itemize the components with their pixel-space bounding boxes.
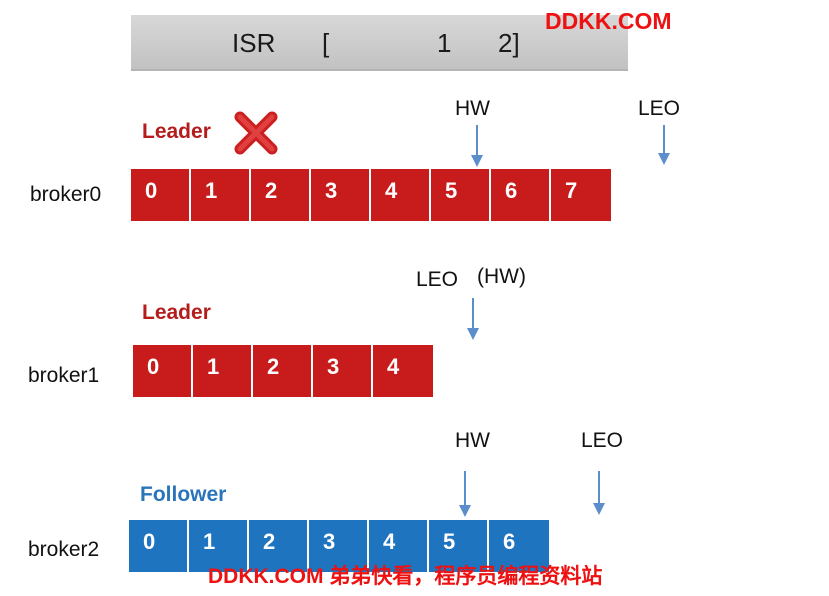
- broker1-hw-label: (HW): [477, 265, 526, 288]
- broker2-role: Follower: [140, 483, 227, 506]
- broker0-hw-label: HW: [455, 97, 490, 120]
- broker2-name: broker2: [28, 538, 100, 561]
- broker2-hw-label: HW: [455, 429, 490, 452]
- isr-open-bracket: [: [322, 28, 330, 58]
- log-offset-cell: 5: [431, 169, 491, 221]
- watermark-top: DDKK.COM: [545, 8, 672, 34]
- log-offset-cell: 7: [551, 169, 611, 221]
- log-offset-cell: 1: [191, 169, 251, 221]
- arrow-down-icon: [467, 298, 479, 340]
- arrow-down-icon: [658, 125, 670, 165]
- broker0-leo-label: LEO: [638, 97, 681, 120]
- log-offset-cell: 3: [313, 345, 373, 397]
- log-offset-cell: 2: [253, 345, 313, 397]
- log-offset-cell: 0: [133, 345, 193, 397]
- arrow-down-icon: [459, 471, 471, 517]
- log-offset-cell: 6: [491, 169, 551, 221]
- broker1-role: Leader: [142, 301, 211, 324]
- watermark-bottom: DDKK.COM 弟弟快看，程序员编程资料站: [208, 565, 603, 588]
- broker0-role: Leader: [142, 120, 211, 143]
- arrow-down-icon: [471, 125, 483, 167]
- broker2-leo-label: LEO: [581, 429, 624, 452]
- broker1-log: 0 1 2 3 4: [133, 345, 433, 397]
- arrow-down-icon: [593, 471, 605, 515]
- log-offset-cell: 4: [371, 169, 431, 221]
- log-offset-cell: 2: [251, 169, 311, 221]
- broker0-log: 0 1 2 3 4 5 6 7: [131, 169, 611, 221]
- log-offset-cell: 1: [193, 345, 253, 397]
- x-mark-icon: [234, 111, 278, 155]
- isr-label: ISR: [232, 28, 276, 58]
- log-offset-cell: 0: [129, 520, 189, 572]
- broker1-leo-label: LEO: [416, 268, 459, 291]
- isr-member-1: 1: [437, 28, 452, 58]
- log-offset-cell: 4: [373, 345, 433, 397]
- log-offset-cell: 0: [131, 169, 191, 221]
- log-offset-cell: 3: [311, 169, 371, 221]
- isr-member-2: 2]: [498, 28, 520, 58]
- broker1-name: broker1: [28, 364, 100, 387]
- broker0-name: broker0: [30, 183, 102, 206]
